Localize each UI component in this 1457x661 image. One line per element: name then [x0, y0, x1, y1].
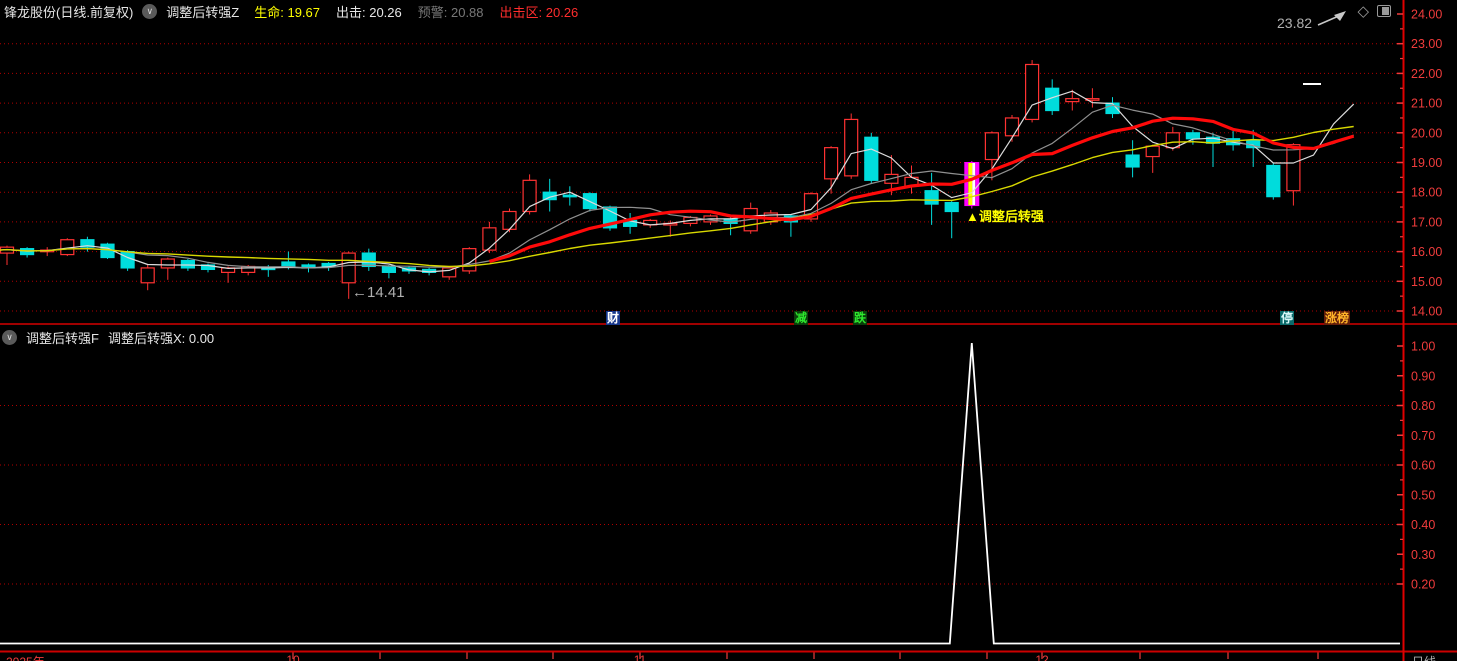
y-axis-label: 0.90: [1411, 369, 1435, 383]
y-axis-label: 22.00: [1411, 67, 1442, 81]
indicator-values: 生命: 19.67 出击: 20.26 预警: 20.88 出击区: 20.26: [254, 2, 578, 21]
y-axis-label: 24.00: [1411, 8, 1442, 22]
x-axis-year-label: 2025年: [6, 653, 45, 661]
candlestick-series[interactable]: [0, 60, 1301, 299]
y-axis-label: 15.00: [1411, 275, 1442, 289]
candle-body[interactable]: [281, 261, 296, 268]
diamond-icon[interactable]: ◇: [1357, 2, 1369, 20]
y-axis-label: 17.00: [1411, 215, 1442, 229]
candle-body[interactable]: [180, 259, 195, 269]
candle-body[interactable]: [562, 194, 577, 198]
signal-candle-stripe: [975, 162, 979, 206]
candle-body[interactable]: [502, 210, 517, 230]
signal-candle-stripe: [972, 162, 976, 206]
indicator-name-sub: 调整后转强F: [26, 330, 99, 346]
candle-body[interactable]: [944, 201, 959, 213]
event-marker-停[interactable]: 停: [1280, 311, 1295, 325]
indicator-field: 预警: 20.88: [417, 4, 484, 20]
y-axis-label: 0.60: [1411, 459, 1435, 473]
event-marker-跌[interactable]: 跌: [853, 311, 868, 325]
chart-area[interactable]: 14.00 15.00 16.00 17.00 18.00 19.00 20.00 21.00…: [0, 0, 1457, 661]
indicator-field: 出击: 20.26: [336, 4, 402, 20]
candle-body[interactable]: [1266, 164, 1281, 198]
indicator-field: 生命: 19.67: [254, 4, 320, 20]
indicator-value-sub: 调整后转强X: 0.00: [107, 330, 215, 346]
indicator-spike[interactable]: [0, 342, 1400, 645]
y-axis-label: 23.00: [1411, 37, 1442, 51]
ma-gray: [0, 104, 1354, 269]
y-axis-label: 21.00: [1411, 97, 1442, 111]
candle-body[interactable]: [1065, 98, 1080, 103]
signal-candle-stripe: [964, 162, 969, 206]
y-axis-label: 14.00: [1411, 305, 1442, 319]
high-price-annotation: 23.82: [1277, 15, 1313, 31]
top-bar: 锋龙股份(日线.前复权) ∨ 调整后转强Z 生命: 19.67 出击: 20.26…: [0, 0, 1360, 22]
ma-life-red: [488, 116, 1355, 263]
low-price-annotation: ←14.41: [352, 284, 405, 301]
candle-body[interactable]: [984, 132, 1000, 161]
x-axis-line: [0, 650, 1457, 653]
candle-body[interactable]: [120, 251, 135, 269]
candle-body[interactable]: [341, 252, 356, 284]
candle-body[interactable]: [1185, 132, 1201, 140]
event-marker-涨榜[interactable]: 涨榜: [1324, 311, 1351, 325]
indicator-field: 出击区: 20.26: [499, 4, 579, 20]
y-axis-label: 0.50: [1411, 488, 1435, 502]
y-axis-label: 0.70: [1411, 429, 1435, 443]
x-axis-month-label: 12: [1035, 653, 1049, 661]
y-axis-label: 0.80: [1411, 399, 1435, 413]
y-axis-label: 1.00: [1411, 340, 1435, 354]
sub-panel-header: ∨ 调整后转强F 调整后转强X: 0.00: [2, 327, 214, 347]
candle-body[interactable]: [140, 267, 155, 284]
candle-body[interactable]: [1125, 154, 1140, 168]
y-axis-label: 20.00: [1411, 126, 1442, 140]
panel-layout-icon[interactable]: [1377, 5, 1391, 17]
candle-body[interactable]: [1165, 132, 1180, 149]
x-axis-month-label: 10: [286, 653, 300, 661]
signal-candle-stripe: [968, 162, 973, 206]
y-axis-label: 16.00: [1411, 245, 1442, 259]
candle-body[interactable]: [924, 190, 939, 205]
event-marker-减[interactable]: 减: [794, 311, 809, 325]
ma-white: [0, 90, 1355, 273]
candle-body[interactable]: [823, 147, 839, 180]
candle-body[interactable]: [844, 118, 859, 177]
x-axis-month-label: 11: [633, 653, 647, 661]
candle-body[interactable]: [1286, 144, 1301, 192]
chevron-down-circle-icon[interactable]: ∨: [142, 3, 158, 19]
stock-title: 锋龙股份(日线.前复权): [4, 4, 134, 20]
y-axis-label: 18.00: [1411, 186, 1442, 200]
candle-body[interactable]: [381, 265, 396, 273]
candle-body[interactable]: [1145, 145, 1160, 158]
y-axis-label: 0.30: [1411, 548, 1435, 562]
candle-body[interactable]: [482, 227, 497, 251]
window-tools: ◇: [1357, 2, 1391, 20]
period-selector-label[interactable]: 日线: [1412, 653, 1436, 661]
signal-annotation: ▲调整后转强: [966, 209, 1044, 224]
candle-body[interactable]: [1024, 63, 1040, 121]
app-window: 14.00 15.00 16.00 17.00 18.00 19.00 20.00 21.00…: [0, 0, 1457, 661]
candle-body[interactable]: [361, 252, 376, 268]
candle-body[interactable]: [864, 136, 879, 181]
chart-svg[interactable]: 14.00 15.00 16.00 17.00 18.00 19.00 20.00 21.00…: [0, 0, 1457, 661]
candle-body[interactable]: [1004, 117, 1020, 137]
y-axis-label: 0.40: [1411, 518, 1435, 532]
event-marker-财[interactable]: 财: [606, 311, 621, 325]
y-axis-label: 0.20: [1411, 578, 1435, 592]
candle-body[interactable]: [160, 258, 175, 269]
chevron-down-circle-icon[interactable]: ∨: [2, 329, 17, 345]
y-axis-label: 19.00: [1411, 156, 1442, 170]
panel-separator[interactable]: [0, 323, 1457, 325]
indicator-name-main: 调整后转强Z: [166, 4, 240, 20]
